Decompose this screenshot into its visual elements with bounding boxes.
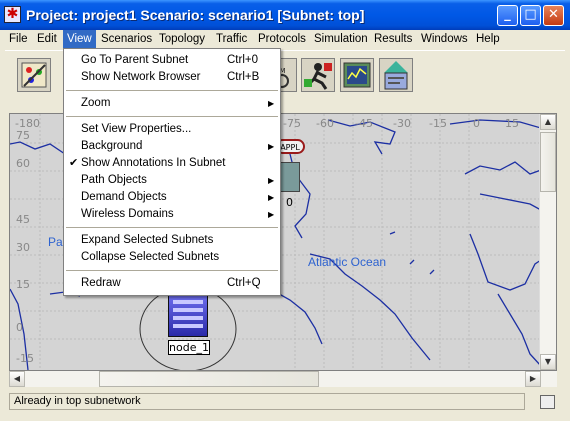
lat-label-neg15: -15 — [16, 352, 34, 365]
menu-file[interactable]: File — [5, 30, 32, 49]
submenu-arrow-icon: ▶ — [268, 193, 275, 202]
lon-label-45: -45 — [355, 117, 373, 130]
horizontal-scroll-thumb[interactable] — [99, 371, 319, 387]
profile-config-icon[interactable] — [280, 162, 300, 192]
menu-item-show-network-browser[interactable]: Show Network Browser Ctrl+B — [65, 69, 279, 86]
minimize-button[interactable]: _ — [497, 5, 518, 26]
object-palette-button[interactable] — [17, 58, 51, 92]
status-panel-icon[interactable] — [540, 395, 555, 409]
title-bar[interactable]: ✱ Project: project1 Scenario: scenario1 … — [0, 0, 570, 30]
web-report-button[interactable] — [379, 58, 413, 92]
node-label[interactable]: node_1 — [168, 340, 210, 355]
palette-icon — [21, 62, 47, 88]
runner-icon — [304, 63, 332, 90]
menu-topology[interactable]: Topology — [155, 30, 209, 49]
menu-item-wireless-domains[interactable]: Wireless Domains ▶ — [65, 206, 279, 223]
vertical-scrollbar[interactable]: ▲ ▼ — [539, 114, 556, 370]
menu-separator — [66, 270, 278, 271]
submenu-arrow-icon: ▶ — [268, 210, 275, 219]
close-button[interactable]: ✕ — [543, 5, 564, 26]
menu-windows[interactable]: Windows — [417, 30, 472, 49]
menu-separator — [66, 227, 278, 228]
menu-bar: File Edit View Scenarios Topology Traffi… — [0, 30, 570, 49]
menu-item-collapse-selected-subnets[interactable]: Collapse Selected Subnets — [65, 249, 279, 266]
menu-item-expand-selected-subnets[interactable]: Expand Selected Subnets — [65, 232, 279, 249]
menu-edit[interactable]: Edit — [33, 30, 61, 49]
server-node-icon[interactable] — [168, 293, 208, 337]
menu-traffic[interactable]: Traffic — [212, 30, 251, 49]
menu-item-background[interactable]: Background ▶ — [65, 138, 279, 155]
menu-item-set-view-properties[interactable]: Set View Properties... — [65, 121, 279, 138]
report-icon — [384, 61, 408, 90]
server-icon — [173, 300, 203, 328]
scroll-down-button[interactable]: ▼ — [540, 354, 556, 370]
configure-simulation-button[interactable] — [301, 58, 335, 92]
checkmark-icon: ✔ — [69, 157, 79, 169]
status-bar: Already in top subnetwork — [9, 393, 525, 410]
lon-label-15e: 15 — [505, 117, 519, 130]
horizontal-scrollbar[interactable]: ◀ ▶ — [9, 371, 557, 387]
lon-label-75: -75 — [283, 117, 301, 130]
menu-help[interactable]: Help — [472, 30, 504, 49]
lat-label-15: 15 — [16, 278, 30, 291]
menu-item-zoom[interactable]: Zoom ▶ — [65, 95, 279, 112]
lon-label-15: -15 — [429, 117, 447, 130]
menu-item-path-objects[interactable]: Path Objects ▶ — [65, 172, 279, 189]
lat-label-45: 45 — [16, 213, 30, 226]
lon-label-30: -30 — [393, 117, 411, 130]
menu-item-go-to-parent-subnet[interactable]: Go To Parent Subnet Ctrl+0 — [65, 52, 279, 69]
submenu-arrow-icon: ▶ — [268, 176, 275, 185]
submenu-arrow-icon: ▶ — [268, 99, 275, 108]
app-window: ✱ Project: project1 Scenario: scenario1 … — [0, 0, 570, 421]
menu-separator — [66, 116, 278, 117]
lat-label-75: 75 — [16, 129, 30, 142]
menu-item-show-annotations[interactable]: ✔ Show Annotations In Subnet — [65, 155, 279, 172]
maximize-button[interactable]: □ — [520, 5, 541, 26]
scroll-right-button[interactable]: ▶ — [525, 371, 541, 387]
menu-simulation[interactable]: Simulation — [310, 30, 372, 49]
menu-item-demand-objects[interactable]: Demand Objects ▶ — [65, 189, 279, 206]
menu-protocols[interactable]: Protocols — [254, 30, 310, 49]
menu-scenarios[interactable]: Scenarios — [97, 30, 156, 49]
menu-item-redraw[interactable]: Redraw Ctrl+Q — [65, 275, 279, 292]
scroll-up-button[interactable]: ▲ — [540, 114, 556, 130]
view-results-button[interactable] — [340, 58, 374, 92]
lat-label-30: 30 — [16, 241, 30, 254]
lat-label-60: 60 — [16, 157, 30, 170]
submenu-arrow-icon: ▶ — [268, 142, 275, 151]
atlantic-ocean-label: Atlantic Ocean — [308, 255, 387, 269]
lat-label-0: 0 — [16, 321, 23, 334]
lon-label-60: -60 — [316, 117, 334, 130]
view-menu-dropdown: Go To Parent Subnet Ctrl+0 Show Network … — [63, 48, 281, 296]
menu-separator — [66, 90, 278, 91]
lon-label-0: 0 — [473, 117, 480, 130]
graph-icon — [343, 62, 371, 88]
config-icon-label: 0 — [286, 196, 293, 209]
vertical-scroll-thumb[interactable] — [540, 132, 556, 192]
window-title: Project: project1 Scenario: scenario1 [S… — [26, 7, 365, 23]
app-icon[interactable]: ✱ — [4, 6, 21, 23]
scroll-left-button[interactable]: ◀ — [9, 371, 25, 387]
menu-results[interactable]: Results — [370, 30, 416, 49]
pacific-label: Pa — [48, 235, 63, 249]
menu-view[interactable]: View — [63, 30, 96, 49]
